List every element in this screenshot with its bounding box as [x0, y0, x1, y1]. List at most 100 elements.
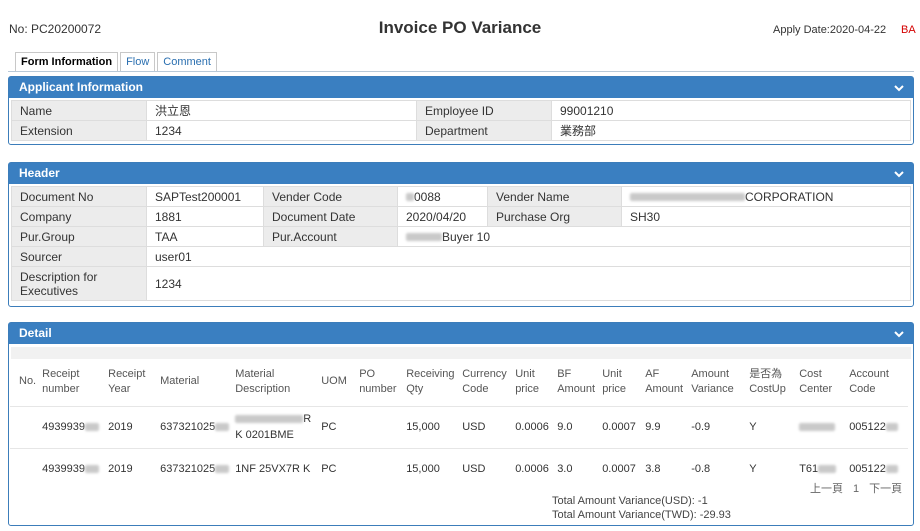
detail-table: No. Receipt number Receipt Year Material…: [10, 358, 908, 490]
prev-page-link[interactable]: 上一頁: [810, 483, 843, 495]
employee-id-value: 99001210: [551, 100, 911, 121]
tab-form-information[interactable]: Form Information: [15, 52, 119, 72]
tab-bar: Form Information Flow Comment: [15, 52, 219, 72]
redacted-block: [818, 465, 837, 474]
cell-unit-price-bf: 0.0006: [512, 405, 555, 448]
col-unit-price-bf: Unit price: [515, 367, 540, 395]
col-receipt-number: Receipt number: [42, 367, 80, 395]
cell-receipt-year: 2019: [105, 447, 158, 490]
cell-amount-variance: -0.8: [688, 447, 747, 490]
cell-material: 637321025: [157, 405, 233, 448]
company-value: 1881: [146, 206, 264, 227]
redacted-block: [630, 193, 745, 202]
applicant-panel-header[interactable]: Applicant Information: [9, 77, 913, 98]
pur-account-label: Pur.Account: [263, 226, 398, 247]
cell-currency-code: USD: [459, 447, 513, 490]
col-bf-amount: BF Amount: [557, 367, 596, 395]
col-material-description: Material Description: [235, 367, 291, 395]
vender-name-label: Vender Name: [487, 186, 622, 207]
tab-comment[interactable]: Comment: [157, 52, 217, 72]
header-table: Document No SAPTest200001 Vender Code 00…: [11, 186, 911, 301]
cell-af-amount: 3.8: [642, 447, 689, 490]
extension-label: Extension: [11, 120, 147, 141]
vender-name-value: CORPORATION: [621, 186, 911, 207]
table-row: 4939939 2019 637321025 RK 0201BME PC 15,…: [10, 405, 908, 448]
redacted-block: [406, 233, 442, 242]
description-label: Description for Executives: [11, 266, 147, 301]
cell-no: [10, 405, 40, 448]
detail-panel-header[interactable]: Detail: [9, 323, 913, 344]
vender-code-value: 0088: [397, 186, 488, 207]
current-page[interactable]: 1: [853, 483, 859, 495]
redacted-block: [799, 423, 836, 432]
cell-bf-amount: 9.0: [554, 405, 600, 448]
department-label: Department: [416, 120, 552, 141]
detail-header-row: No. Receipt number Receipt Year Material…: [10, 358, 908, 406]
name-label: Name: [11, 100, 147, 121]
cell-cost-up: Y: [746, 405, 797, 448]
cell-af-amount: 9.9: [642, 405, 689, 448]
cell-currency-code: USD: [459, 405, 513, 448]
pur-account-value: Buyer 10: [397, 226, 911, 247]
col-cost-center: Cost Center: [799, 367, 833, 395]
department-value: 業務部: [551, 120, 911, 141]
cell-unit-price-af: 0.0007: [599, 405, 643, 448]
cell-bf-amount: 3.0: [554, 447, 600, 490]
header-panel: Header Document No SAPTest200001 Vender …: [8, 162, 914, 307]
purchase-org-value: SH30: [621, 206, 911, 227]
cell-unit-price-bf: 0.0006: [512, 447, 555, 490]
cell-receipt-number: 4939939: [39, 405, 106, 448]
col-receiving-qty: Receiving Qty: [406, 367, 455, 395]
extension-value: 1234: [146, 120, 417, 141]
redacted-block: [84, 465, 99, 474]
cell-no: [10, 447, 40, 490]
header-panel-header[interactable]: Header: [9, 163, 913, 184]
sourcer-label: Sourcer: [11, 246, 147, 267]
cell-receipt-year: 2019: [105, 405, 158, 448]
cell-po-number: [356, 447, 404, 490]
tab-flow[interactable]: Flow: [120, 52, 156, 72]
redacted-block: [84, 423, 99, 432]
col-amount-variance: Amount Variance: [691, 367, 734, 395]
company-label: Company: [11, 206, 147, 227]
cell-cost-center: [796, 405, 847, 448]
col-af-amount: AF Amount: [645, 367, 684, 395]
description-value: 1234: [146, 266, 911, 301]
cell-receiving-qty: 15,000: [403, 447, 460, 490]
ba-label: BA: [901, 24, 916, 36]
redacted-block: [215, 423, 230, 432]
total-variance-twd: Total Amount Variance(TWD): -29.93: [552, 509, 731, 521]
redacted-block: [406, 193, 414, 202]
applicant-section-title: Applicant Information: [19, 80, 143, 94]
applicant-panel: Applicant Information Name 洪立恩 Employee …: [8, 76, 914, 145]
cell-material: 637321025: [157, 447, 233, 490]
pur-group-label: Pur.Group: [11, 226, 147, 247]
cell-uom: PC: [318, 447, 357, 490]
chevron-down-icon[interactable]: [894, 83, 904, 93]
cell-unit-price-af: 0.0007: [599, 447, 643, 490]
col-cost-up: 是否為 CostUp: [749, 367, 786, 395]
col-no: No.: [19, 375, 37, 388]
col-material: Material: [160, 375, 200, 388]
cell-receiving-qty: 15,000: [403, 405, 460, 448]
col-unit-price-af: Unit price: [602, 367, 627, 395]
cell-amount-variance: -0.9: [688, 405, 747, 448]
detail-section-title: Detail: [19, 326, 52, 340]
sourcer-value: user01: [146, 246, 911, 267]
header-section-title: Header: [19, 166, 60, 180]
chevron-down-icon[interactable]: [894, 329, 904, 339]
cell-material-description: 1NF 25VX7R K: [232, 447, 319, 490]
next-page-link[interactable]: 下一頁: [869, 483, 902, 495]
redacted-block: [215, 465, 230, 474]
col-po-number: PO number: [359, 367, 397, 395]
chevron-down-icon[interactable]: [894, 169, 904, 179]
cell-po-number: [356, 405, 404, 448]
cell-uom: PC: [318, 405, 357, 448]
cell-account-code: 005122: [846, 405, 908, 448]
cell-receipt-number: 4939939: [39, 447, 106, 490]
col-receipt-year: Receipt Year: [108, 367, 146, 395]
tab-divider: [8, 71, 914, 72]
cell-cost-up: Y: [746, 447, 797, 490]
redacted-block: [885, 465, 898, 474]
totals: Total Amount Variance(USD): -1 Total Amo…: [552, 494, 731, 522]
